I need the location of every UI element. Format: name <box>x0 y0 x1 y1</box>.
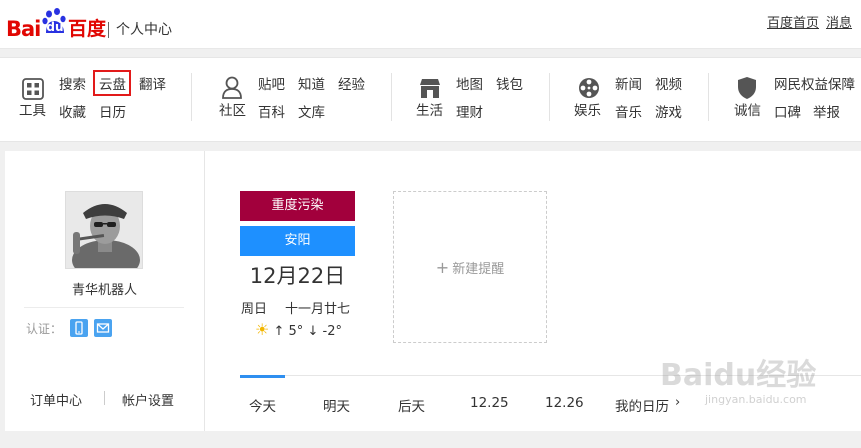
nav-finance[interactable]: 理财 <box>456 105 483 121</box>
account-settings-link[interactable]: 帐户设置 <box>122 390 174 409</box>
nav-favorites[interactable]: 收藏 <box>59 105 86 121</box>
nav-search[interactable]: 搜索 <box>59 77 86 93</box>
link-separator <box>104 391 105 405</box>
nav-entertainment[interactable]: 娱乐 <box>574 103 601 119</box>
tab-tomorrow[interactable]: 明天 <box>323 395 350 415</box>
mail-icon[interactable] <box>94 319 112 337</box>
auth-label: 认证： <box>26 322 63 336</box>
nav-video[interactable]: 视频 <box>655 77 682 93</box>
nav-map[interactable]: 地图 <box>456 77 483 93</box>
tab-my-calendar[interactable]: 我的日历 <box>615 395 669 415</box>
air-quality-badge: 重度污染 <box>240 191 355 221</box>
nav-community[interactable]: 社区 <box>219 103 246 119</box>
active-tab-indicator <box>240 375 285 378</box>
nav-life[interactable]: 生活 <box>416 103 443 119</box>
new-reminder-label: 新建提醒 <box>452 261 505 277</box>
temp-low-arrow-icon: ↓ <box>307 324 319 339</box>
temp-high: 5° <box>288 324 304 339</box>
temp-high-arrow-icon: ↑ <box>273 324 285 339</box>
tab-today[interactable]: 今天 <box>249 395 276 415</box>
nav-divider <box>391 73 392 121</box>
logo-bai: Bai <box>6 17 41 41</box>
nav-tieba[interactable]: 贴吧 <box>258 77 285 93</box>
weekday: 周日 <box>241 302 268 317</box>
tab-1226[interactable]: 12.26 <box>545 395 584 411</box>
avatar[interactable] <box>65 191 143 269</box>
nav-music[interactable]: 音乐 <box>615 105 642 121</box>
username: 青华机器人 <box>71 283 137 298</box>
bottom-strip <box>0 431 861 448</box>
weather-forecast: ☀ ↑ 5° ↓ -2° <box>255 320 342 339</box>
grid-icon[interactable] <box>22 78 44 100</box>
chevron-right-icon[interactable]: › <box>675 395 680 410</box>
nav-divider <box>708 73 709 121</box>
nav-rights-protection[interactable]: 网民权益保障 <box>774 77 855 93</box>
nav-zhidao[interactable]: 知道 <box>298 77 325 93</box>
nav-wenku[interactable]: 文库 <box>298 105 325 121</box>
nav-news[interactable]: 新闻 <box>615 77 642 93</box>
city-button[interactable]: 安阳 <box>240 226 355 256</box>
nav-tools[interactable]: 工具 <box>19 103 46 119</box>
temp-low: -2° <box>322 324 342 339</box>
lunar-date: 十一月廿七 <box>285 302 351 317</box>
order-center-link[interactable]: 订单中心 <box>30 390 82 409</box>
new-reminder-content: + 新建提醒 <box>394 192 546 342</box>
store-icon[interactable] <box>418 76 442 100</box>
nav-jingyan[interactable]: 经验 <box>338 77 365 93</box>
nav-integrity[interactable]: 诚信 <box>734 103 761 119</box>
page-title: 个人中心 <box>116 22 172 38</box>
nav-games[interactable]: 游戏 <box>655 105 682 121</box>
watermark-logo: Baidu经验 <box>660 358 817 393</box>
logo-baidu-cn: 百度 <box>68 18 107 40</box>
current-date: 12月22日 <box>249 264 346 288</box>
phone-icon[interactable] <box>70 319 88 337</box>
tab-1225[interactable]: 12.25 <box>470 395 509 411</box>
highlight-box <box>93 70 131 96</box>
profile-divider <box>24 307 184 308</box>
nav-divider <box>191 73 192 121</box>
nav-baike[interactable]: 百科 <box>258 105 285 121</box>
nav-report[interactable]: 举报 <box>813 105 840 121</box>
nav-divider <box>549 73 550 121</box>
logo-du: du <box>46 20 64 34</box>
messages-link[interactable]: 消息 <box>826 16 852 32</box>
nav-koubei[interactable]: 口碑 <box>774 105 801 121</box>
nav-translate[interactable]: 翻译 <box>139 77 166 93</box>
nav-wallet[interactable]: 钱包 <box>496 77 523 93</box>
film-reel-icon[interactable] <box>577 76 601 100</box>
logo-separator <box>108 22 109 38</box>
plus-icon: + <box>435 257 450 277</box>
sun-icon: ☀ <box>255 320 270 339</box>
new-reminder-button[interactable]: + 新建提醒 <box>393 191 547 343</box>
avatar-image <box>66 192 142 268</box>
baidu-home-link[interactable]: 百度首页 <box>767 16 819 32</box>
community-icon[interactable] <box>221 76 243 100</box>
watermark-url: jingyan.baidu.com <box>705 393 807 406</box>
tab-day-after[interactable]: 后天 <box>398 395 425 415</box>
shield-icon[interactable] <box>736 76 758 100</box>
nav-calendar[interactable]: 日历 <box>99 105 126 121</box>
